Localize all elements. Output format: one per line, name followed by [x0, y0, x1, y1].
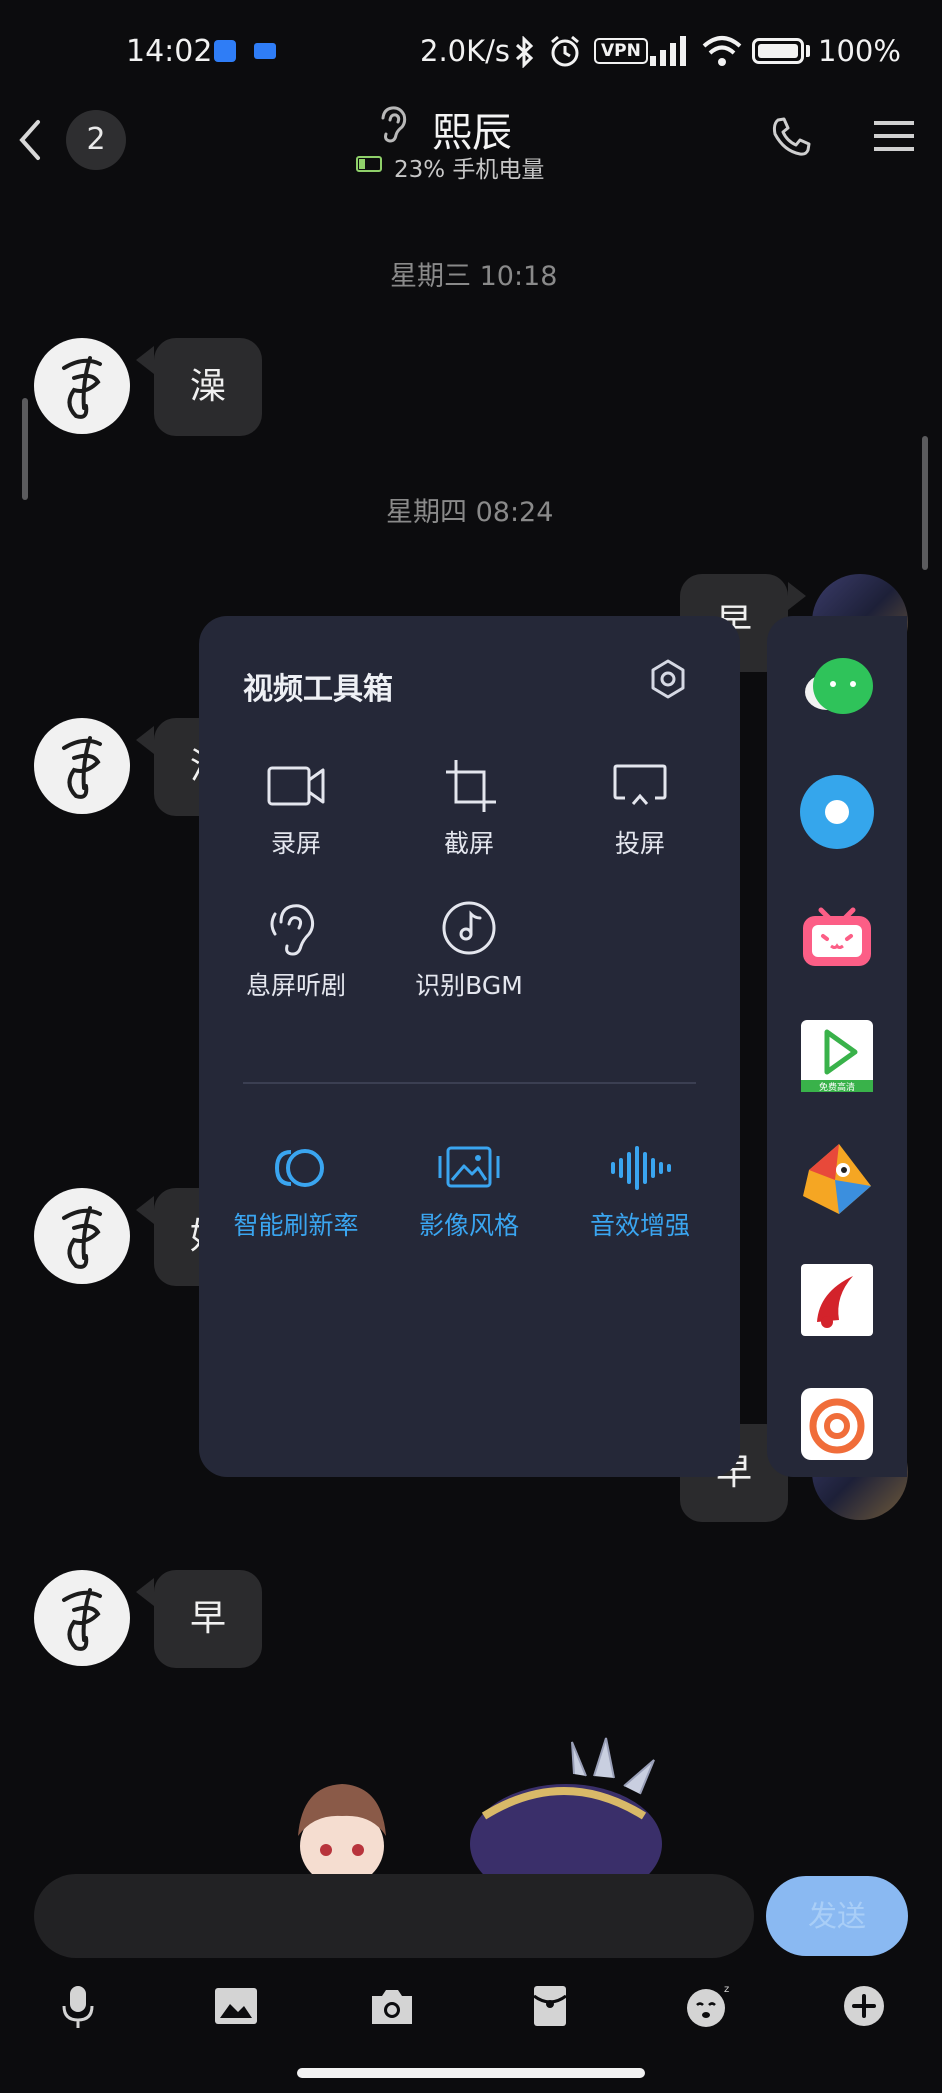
bubble-tail: [136, 346, 154, 374]
video-app-caption: 免费高清: [819, 1081, 855, 1093]
spiral-app-icon[interactable]: [799, 1386, 875, 1462]
status-bar: 14:02 2.0K/s VPN 100%: [0, 0, 942, 104]
signal-icon: [650, 36, 686, 66]
calligraphy-avatar-icon: [62, 356, 102, 419]
tool-label: 息屏听剧: [245, 971, 346, 1000]
device-battery-status: 23% 手机电量: [394, 157, 545, 183]
calligraphy-avatar-icon: [62, 1588, 102, 1651]
settings-gear-icon[interactable]: [647, 658, 689, 700]
tool-label: 投屏: [614, 829, 665, 858]
tool-label: 影像风格: [418, 1211, 519, 1240]
microphone-icon[interactable]: [54, 1982, 102, 2030]
crop-icon: [446, 760, 496, 812]
tool-screen-off-listen[interactable]: 息屏听剧: [221, 900, 371, 1002]
calligraphy-avatar-icon: [62, 1206, 102, 1269]
unread-count-badge[interactable]: 2: [66, 110, 126, 170]
chibi-character-sticker-icon: [298, 1784, 386, 1874]
bubble-tail: [788, 582, 806, 610]
bluetooth-icon: [515, 36, 534, 68]
tool-screenshot[interactable]: 截屏: [394, 758, 544, 860]
notification-app-icon: [214, 40, 236, 62]
more-plus-icon[interactable]: [840, 1982, 888, 2030]
wechat-icon[interactable]: [799, 652, 875, 728]
refresh-rate-icon: [274, 1149, 324, 1187]
tool-label: 音效增强: [589, 1211, 690, 1240]
chat-scrollbar[interactable]: [922, 436, 928, 570]
toolbox-title: 视频工具箱: [243, 672, 393, 707]
home-indicator[interactable]: [297, 2068, 645, 2078]
menu-icon[interactable]: [872, 116, 916, 156]
tool-identify-bgm[interactable]: 识别BGM: [394, 900, 544, 1002]
emoji-icon[interactable]: z: [684, 1982, 732, 2030]
camera-icon[interactable]: [368, 1982, 416, 2030]
battery-percent: 100%: [818, 34, 901, 68]
message-bubble[interactable]: 早: [154, 1570, 262, 1668]
message-bubble[interactable]: 澡: [154, 338, 262, 436]
earpiece-mode-icon[interactable]: [376, 104, 412, 144]
contact-avatar[interactable]: [34, 1570, 130, 1666]
phone-call-icon[interactable]: [768, 114, 814, 160]
screen-record-indicator-icon: [254, 43, 276, 59]
chat-timestamp: 星期三 10:18: [390, 261, 558, 292]
calligraphy-avatar-icon: [62, 736, 102, 799]
tool-image-style[interactable]: 影像风格: [394, 1140, 544, 1242]
bird-app-icon[interactable]: [799, 1140, 875, 1216]
bubble-tail: [136, 1196, 154, 1224]
tool-sound-enhance[interactable]: 音效增强: [565, 1140, 715, 1242]
bubble-tail: [136, 726, 154, 754]
contact-avatar[interactable]: [34, 338, 130, 434]
tool-cast[interactable]: 投屏: [565, 758, 715, 860]
red-packet-icon[interactable]: [526, 1982, 574, 2030]
image-style-icon: [438, 1146, 500, 1188]
toolbox-divider: [243, 1082, 696, 1084]
tool-label: 识别BGM: [415, 971, 523, 1000]
wifi-icon: [702, 36, 742, 66]
bilibili-icon[interactable]: [799, 896, 875, 972]
left-scroll-indicator: [22, 398, 28, 500]
battery-tip: [806, 45, 810, 57]
video-toolbox-panel: 视频工具箱 录屏 截屏 投屏 息屏听剧 识别BGM 智能刷新率 影像风格 音效增…: [199, 616, 740, 1477]
tool-label: 截屏: [443, 829, 494, 858]
circle-app-icon[interactable]: [799, 774, 875, 850]
image-gallery-icon[interactable]: [212, 1982, 260, 2030]
ear-icon: [270, 904, 315, 956]
bubble-tail: [136, 1578, 154, 1606]
tool-screen-record[interactable]: 录屏: [221, 758, 371, 860]
video-camera-icon: [267, 766, 325, 806]
device-battery-icon: [356, 156, 382, 172]
alarm-icon: [551, 35, 579, 67]
floating-app-dock: 免费高清: [767, 616, 907, 1477]
tool-label: 智能刷新率: [233, 1211, 359, 1240]
vpn-badge: VPN: [594, 38, 648, 64]
back-arrow-icon[interactable]: [8, 110, 48, 170]
tool-label: 录屏: [270, 829, 321, 858]
red-app-icon[interactable]: [799, 1262, 875, 1338]
music-note-icon: [442, 901, 496, 955]
send-button[interactable]: 发送: [766, 1876, 908, 1956]
sound-wave-icon: [611, 1146, 671, 1190]
svg-text:z: z: [724, 1984, 729, 1995]
battery-icon: [752, 38, 804, 64]
chat-timestamp: 星期四 08:24: [386, 497, 554, 528]
contact-avatar[interactable]: [34, 1188, 130, 1284]
cast-icon: [613, 764, 667, 805]
network-speed: 2.0K/s: [420, 34, 511, 68]
video-player-icon[interactable]: 免费高清: [799, 1018, 875, 1094]
status-time: 14:02: [126, 34, 213, 69]
contact-avatar[interactable]: [34, 718, 130, 814]
armored-creature-sticker-icon: [470, 1737, 662, 1874]
tool-smart-refresh-rate[interactable]: 智能刷新率: [221, 1140, 371, 1242]
message-input[interactable]: [34, 1874, 754, 1958]
